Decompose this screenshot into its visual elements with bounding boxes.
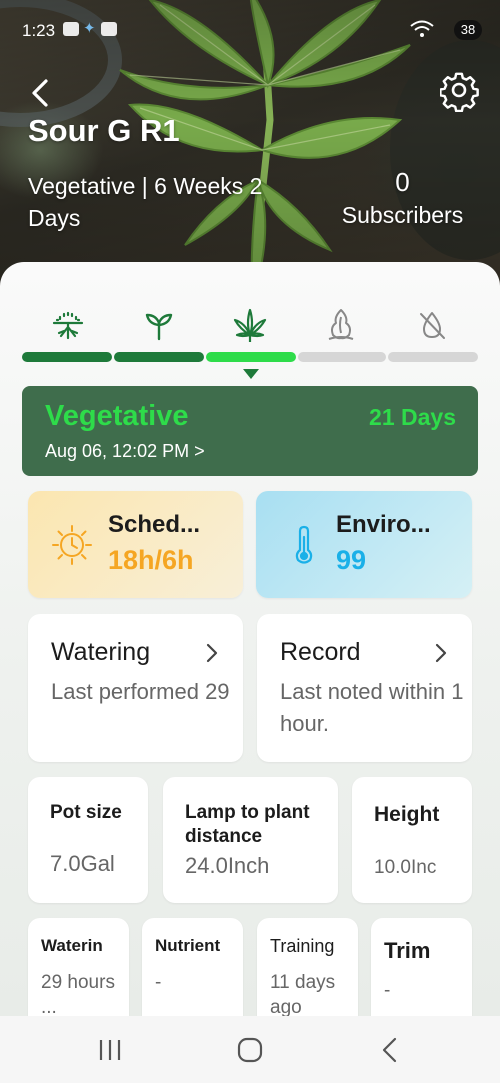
chevron-left-icon	[32, 79, 48, 107]
stage-selector	[22, 305, 478, 349]
height-title: Height	[374, 803, 440, 826]
status-bar: 1:23 ✦ 38	[0, 0, 500, 60]
seedling-icon[interactable]	[139, 305, 179, 345]
status-time: 1:23	[22, 21, 56, 40]
watering-interval-card[interactable]: Waterin 29 hours ...	[28, 918, 129, 1028]
phase-card[interactable]: Vegetative 21 Days Aug 06, 12:02 PM >	[22, 386, 478, 476]
chevron-right-icon	[203, 642, 221, 664]
phase-start-date[interactable]: Aug 06, 12:02 PM >	[45, 441, 205, 462]
thermometer-icon	[282, 523, 326, 567]
phase-title: Vegetative	[45, 400, 189, 432]
schedule-title: Sched...	[108, 511, 201, 538]
small-card-value: 29 hours ...	[41, 972, 115, 1018]
germination-icon[interactable]	[48, 305, 88, 345]
watering-detail: Last performed 29	[51, 679, 230, 704]
stage-progress-segment	[206, 352, 296, 362]
subscribers[interactable]: 0 Subscribers	[330, 166, 475, 232]
flowering-bud-icon[interactable]	[321, 305, 361, 345]
sun-clock-icon	[50, 523, 94, 567]
stage-duration: Vegetative | 6 Weeks 2 Days	[28, 173, 263, 231]
schedule-value: 18h/6h	[108, 545, 194, 575]
vegetative-leaf-icon[interactable]	[230, 305, 270, 345]
back-button[interactable]	[24, 76, 58, 110]
record-detail: Last noted within 1 hour.	[280, 679, 464, 736]
small-card-title: Nutrient	[155, 936, 221, 955]
phase-days: 21 Days	[369, 404, 456, 430]
small-card-value: 11 days ago	[270, 972, 336, 1018]
lamp-distance-value: 24.0Inch	[185, 853, 270, 878]
environment-title: Enviro...	[336, 511, 431, 538]
watering-card[interactable]: Watering Last performed 29	[28, 614, 243, 762]
settings-button[interactable]	[439, 72, 480, 113]
height-card[interactable]: Height 10.0Inc	[352, 777, 472, 903]
current-stage-pointer	[243, 369, 259, 379]
stage-progress-segment	[22, 352, 112, 362]
back-nav-button[interactable]	[375, 1036, 405, 1064]
small-card-value: -	[155, 972, 162, 993]
pot-size-title: Pot size	[50, 802, 122, 823]
lamp-distance-card[interactable]: Lamp to plant distance 24.0Inch	[163, 777, 338, 903]
small-card-value: -	[384, 980, 391, 1001]
home-icon	[237, 1037, 263, 1063]
record-card[interactable]: Record Last noted within 1 hour.	[257, 614, 472, 762]
system-nav-bar	[0, 1016, 500, 1083]
height-value: 10.0Inc	[374, 857, 437, 878]
pot-size-card[interactable]: Pot size 7.0Gal	[28, 777, 148, 903]
small-card-title: Waterin	[41, 936, 103, 955]
battery-indicator: 38	[454, 20, 482, 40]
environment-card[interactable]: Enviro... 99	[256, 491, 472, 598]
sparkle-icon: ✦	[83, 20, 96, 37]
record-title: Record	[280, 638, 361, 666]
small-card-title: Training	[270, 936, 335, 956]
subscribers-count: 0	[395, 167, 410, 197]
small-card-title: Trim	[384, 938, 431, 963]
wifi-icon	[409, 20, 435, 43]
nutrient-card[interactable]: Nutrient -	[142, 918, 243, 1028]
watering-title: Watering	[51, 638, 151, 666]
back-icon	[382, 1037, 397, 1063]
trim-card[interactable]: Trim -	[371, 918, 472, 1028]
youtube-icon	[101, 22, 117, 36]
recents-button[interactable]	[95, 1036, 125, 1064]
stage-progress-segment	[114, 352, 204, 362]
plant-name: Sour G R1	[28, 113, 180, 148]
schedule-card[interactable]: Sched... 18h/6h	[28, 491, 243, 598]
drying-icon[interactable]	[412, 305, 452, 345]
home-button[interactable]	[235, 1036, 265, 1064]
youtube-icon	[63, 22, 79, 36]
chevron-right-icon	[432, 642, 450, 664]
stage-progress-segment	[388, 352, 478, 362]
stage-progress	[22, 352, 478, 364]
notification-icons: ✦	[63, 20, 117, 37]
pot-size-value: 7.0Gal	[50, 851, 115, 876]
subscribers-label: Subscribers	[341, 202, 464, 228]
environment-value: 99	[336, 545, 367, 575]
recents-icon	[99, 1040, 121, 1060]
lamp-distance-title: Lamp to plant distance	[185, 802, 310, 847]
gear-icon	[439, 72, 479, 113]
stage-progress-segment	[298, 352, 386, 362]
training-card[interactable]: Training 11 days ago	[257, 918, 358, 1028]
